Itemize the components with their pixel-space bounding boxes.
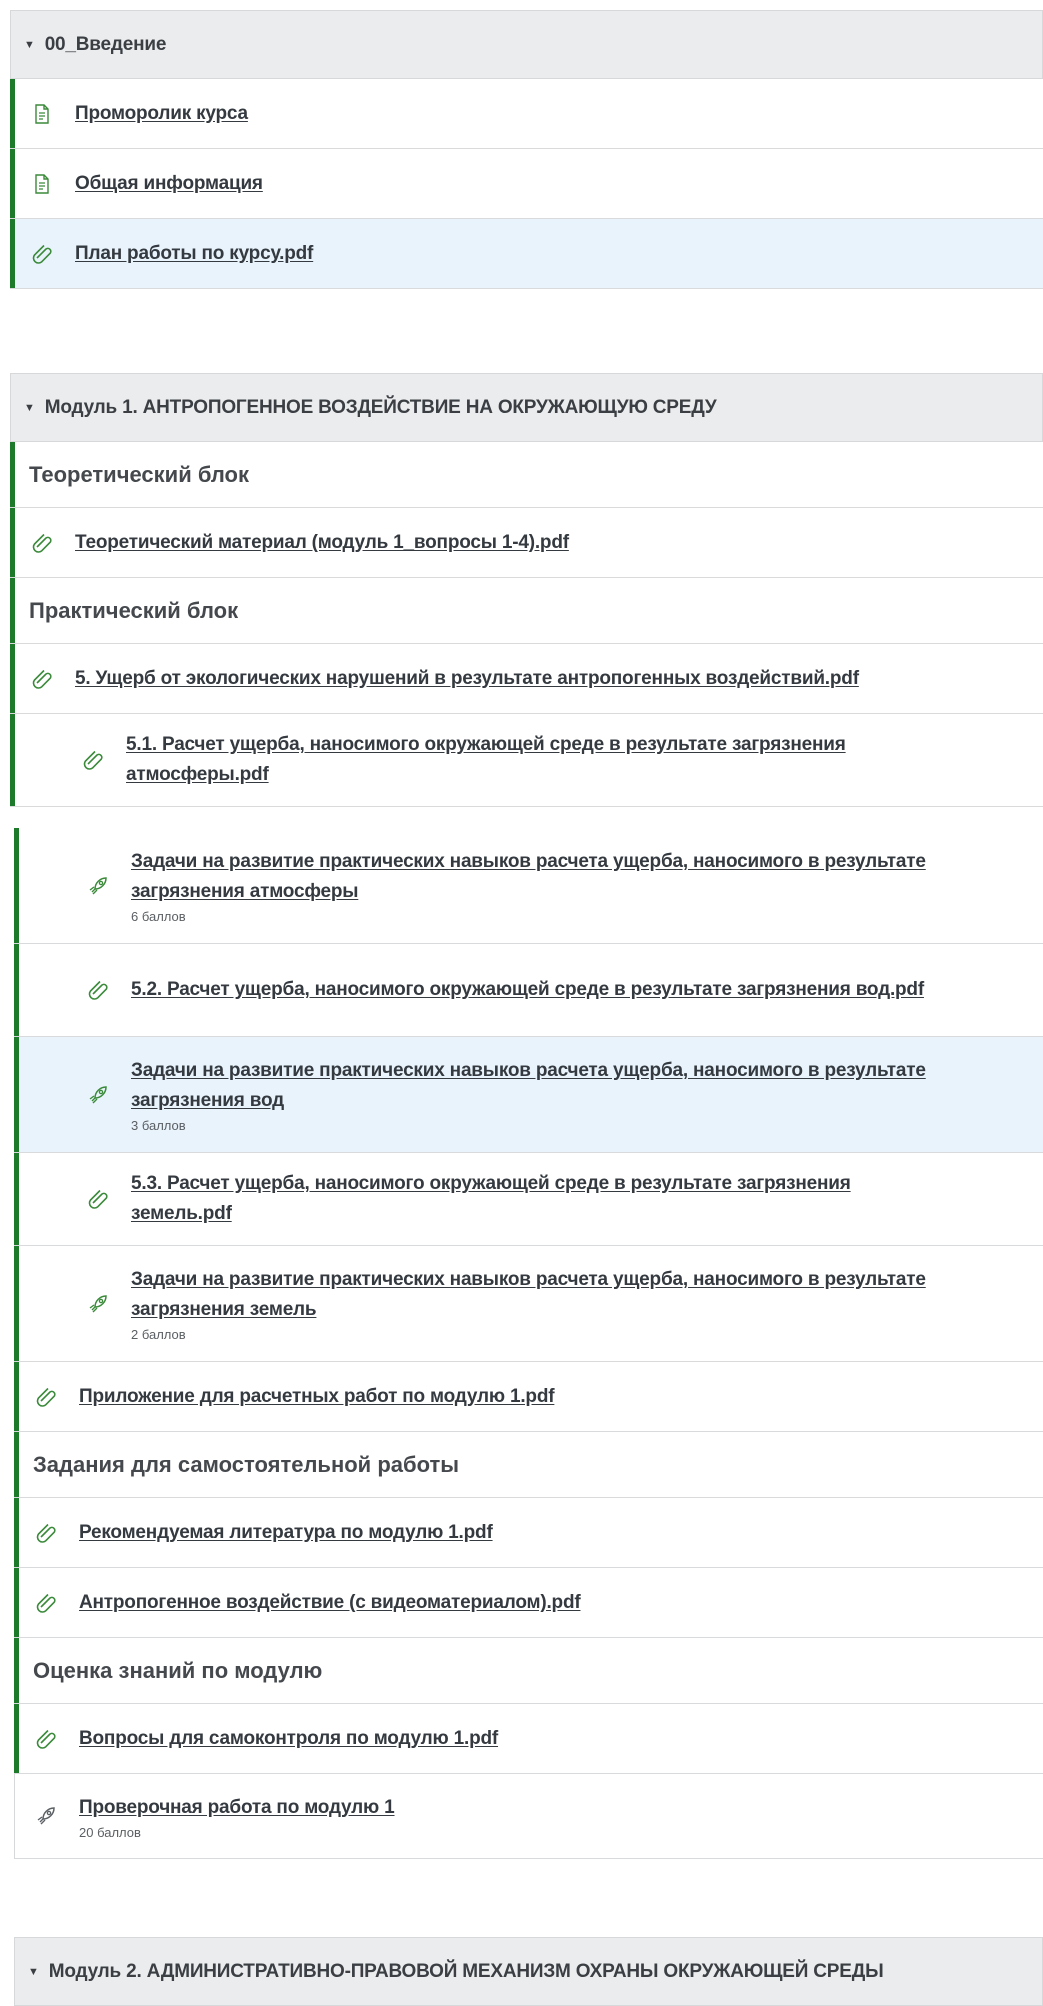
block-label-text: Задания для самостоятельной работы (33, 1451, 460, 1477)
block-label: Практический блок (10, 578, 1043, 644)
item-link[interactable]: План работы по курсу.pdf (75, 239, 313, 269)
item-link[interactable]: 5. Ущерб от экологических нарушений в ре… (75, 664, 859, 694)
paperclip-icon (85, 1186, 111, 1212)
item-link[interactable]: 5.1. Расчет ущерба, наносимого окружающе… (126, 730, 946, 790)
points-text: 3 баллов (131, 1118, 186, 1133)
item-link[interactable]: Рекомендуемая литература по модулю 1.pdf (79, 1518, 493, 1548)
section-header[interactable]: ▼ Модуль 2. АДМИНИСТРАТИВНО-ПРАВОВОЙ МЕХ… (14, 1937, 1043, 2006)
section-module-1: ▼ Модуль 1. АНТРОПОГЕННОЕ ВОЗДЕЙСТВИЕ НА… (10, 373, 1043, 807)
list-item[interactable]: Задачи на развитие практических навыков … (14, 1246, 1043, 1362)
list-item[interactable]: 5. Ущерб от экологических нарушений в ре… (10, 644, 1043, 714)
paperclip-icon (33, 1590, 59, 1616)
paperclip-icon (33, 1726, 59, 1752)
block-label: Задания для самостоятельной работы (14, 1432, 1043, 1498)
list-item[interactable]: Задачи на развитие практических навыков … (14, 1037, 1043, 1153)
block-label: Оценка знаний по модулю (14, 1638, 1043, 1704)
paperclip-icon (33, 1384, 59, 1410)
caret-down-icon[interactable]: ▼ (28, 1966, 39, 1978)
points-text: 6 баллов (131, 909, 186, 924)
rocket-icon (85, 873, 111, 899)
item-link[interactable]: Вопросы для самоконтроля по модулю 1.pdf (79, 1724, 498, 1754)
block-label-text: Практический блок (29, 597, 239, 623)
block-label-text: Оценка знаний по модулю (33, 1657, 323, 1683)
list-item[interactable]: Проверочная работа по модулю 1 20 баллов (15, 1774, 1043, 1859)
page-icon (29, 171, 55, 197)
list-item[interactable]: 5.3. Расчет ущерба, наносимого окружающе… (14, 1153, 1043, 1246)
section-module-2: ▼ Модуль 2. АДМИНИСТРАТИВНО-ПРАВОВОЙ МЕХ… (14, 1937, 1043, 2006)
section-header[interactable]: ▼ 00_Введение (10, 10, 1043, 79)
section-introduction: ▼ 00_Введение Проморолик курса Общая инф… (10, 10, 1043, 289)
page-icon (29, 101, 55, 127)
item-link[interactable]: Проморолик курса (75, 99, 248, 129)
section-title: 00_Введение (44, 33, 167, 55)
item-link[interactable]: 5.2. Расчет ущерба, наносимого окружающе… (131, 975, 951, 1005)
caret-down-icon[interactable]: ▼ (24, 402, 35, 414)
item-link[interactable]: Общая информация (75, 169, 263, 199)
list-item[interactable]: Проморолик курса (10, 79, 1043, 149)
paperclip-icon (29, 666, 55, 692)
block-label-text: Теоретический блок (29, 461, 249, 487)
block-label: Теоретический блок (10, 442, 1043, 508)
list-item[interactable]: Антропогенное воздействие (с видеоматери… (14, 1568, 1043, 1638)
rocket-icon (33, 1803, 59, 1829)
list-item[interactable]: Рекомендуемая литература по модулю 1.pdf (14, 1498, 1043, 1568)
section-title: Модуль 2. АДМИНИСТРАТИВНО-ПРАВОВОЙ МЕХАН… (48, 1960, 884, 1982)
points-text: 2 баллов (131, 1327, 186, 1342)
paperclip-icon (85, 977, 111, 1003)
points-text: 20 баллов (79, 1824, 141, 1840)
list-item[interactable]: Задачи на развитие практических навыков … (14, 828, 1043, 944)
rocket-icon (85, 1291, 111, 1317)
list-item[interactable]: Вопросы для самоконтроля по модулю 1.pdf (14, 1704, 1043, 1774)
list-item[interactable]: Приложение для расчетных работ по модулю… (14, 1362, 1043, 1432)
item-link[interactable]: Проверочная работа по модулю 1 (79, 1793, 395, 1823)
list-item[interactable]: План работы по курсу.pdf (10, 219, 1043, 289)
item-link[interactable]: Задачи на развитие практических навыков … (131, 1265, 1001, 1325)
item-link[interactable]: 5.3. Расчет ущерба, наносимого окружающе… (131, 1169, 951, 1229)
section-header[interactable]: ▼ Модуль 1. АНТРОПОГЕННОЕ ВОЗДЕЙСТВИЕ НА… (10, 373, 1043, 442)
item-link[interactable]: Антропогенное воздействие (с видеоматери… (79, 1588, 581, 1618)
list-item[interactable]: 5.1. Расчет ущерба, наносимого окружающе… (10, 714, 1043, 807)
practice-subblock: Задачи на развитие практических навыков … (14, 828, 1043, 1859)
paperclip-icon (29, 530, 55, 556)
paperclip-icon (29, 241, 55, 267)
paperclip-icon (33, 1520, 59, 1546)
item-link[interactable]: Задачи на развитие практических навыков … (131, 1056, 1001, 1116)
list-item[interactable]: 5.2. Расчет ущерба, наносимого окружающе… (14, 944, 1043, 1037)
list-item[interactable]: Общая информация (10, 149, 1043, 219)
item-link[interactable]: Задачи на развитие практических навыков … (131, 847, 1001, 907)
list-item[interactable]: Теоретический материал (модуль 1_вопросы… (10, 508, 1043, 578)
caret-down-icon[interactable]: ▼ (24, 39, 35, 51)
item-link[interactable]: Теоретический материал (модуль 1_вопросы… (75, 528, 569, 558)
paperclip-icon (80, 747, 106, 773)
item-link[interactable]: Приложение для расчетных работ по модулю… (79, 1382, 555, 1412)
section-title: Модуль 1. АНТРОПОГЕННОЕ ВОЗДЕЙСТВИЕ НА О… (44, 396, 717, 418)
rocket-icon (85, 1082, 111, 1108)
